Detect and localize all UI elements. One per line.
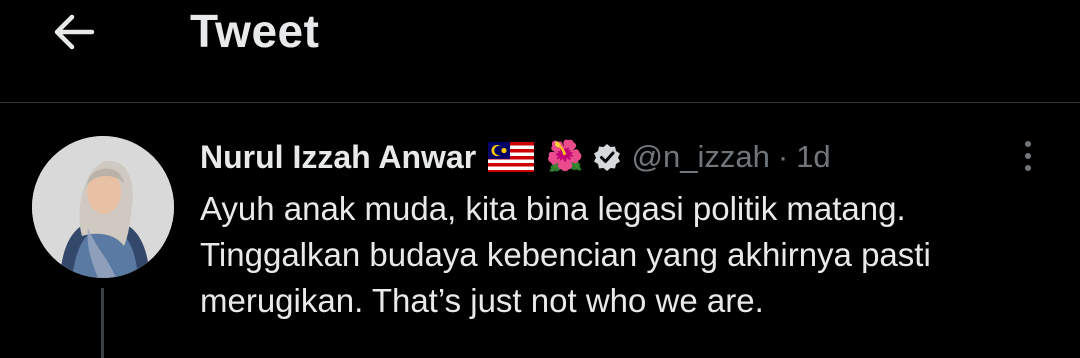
tweet-author-row: Nurul Izzah Anwar 🌺 @n_izzah · 1d <box>200 134 831 180</box>
tweet-body: Ayuh anak muda, kita bina legasi politik… <box>200 186 1060 324</box>
profile-photo <box>32 136 174 278</box>
tweet-text-line: Tinggalkan budaya kebencian yang akhirny… <box>200 236 931 273</box>
tweet-text-line: Ayuh anak muda, kita bina legasi politik… <box>200 190 906 227</box>
author-name[interactable]: Nurul Izzah Anwar <box>200 139 476 176</box>
avatar[interactable] <box>32 136 174 278</box>
arrow-left-icon <box>54 14 95 50</box>
verified-badge-icon <box>592 142 622 172</box>
meta-separator: · <box>777 139 789 174</box>
hibiscus-icon: 🌺 <box>546 140 584 173</box>
thread-connector-line <box>101 288 104 358</box>
author-handle[interactable]: @n_izzah <box>632 139 770 175</box>
top-header: Tweet <box>0 0 1080 103</box>
page-title: Tweet <box>190 5 320 57</box>
more-options-button[interactable] <box>1010 136 1046 176</box>
tweet-text-line: merugikan. That’s just not who we are. <box>200 282 764 319</box>
malaysia-flag-icon <box>488 142 535 172</box>
back-button[interactable] <box>46 8 102 56</box>
more-vertical-icon <box>1025 141 1031 147</box>
tweet-timestamp[interactable]: 1d <box>796 139 830 175</box>
